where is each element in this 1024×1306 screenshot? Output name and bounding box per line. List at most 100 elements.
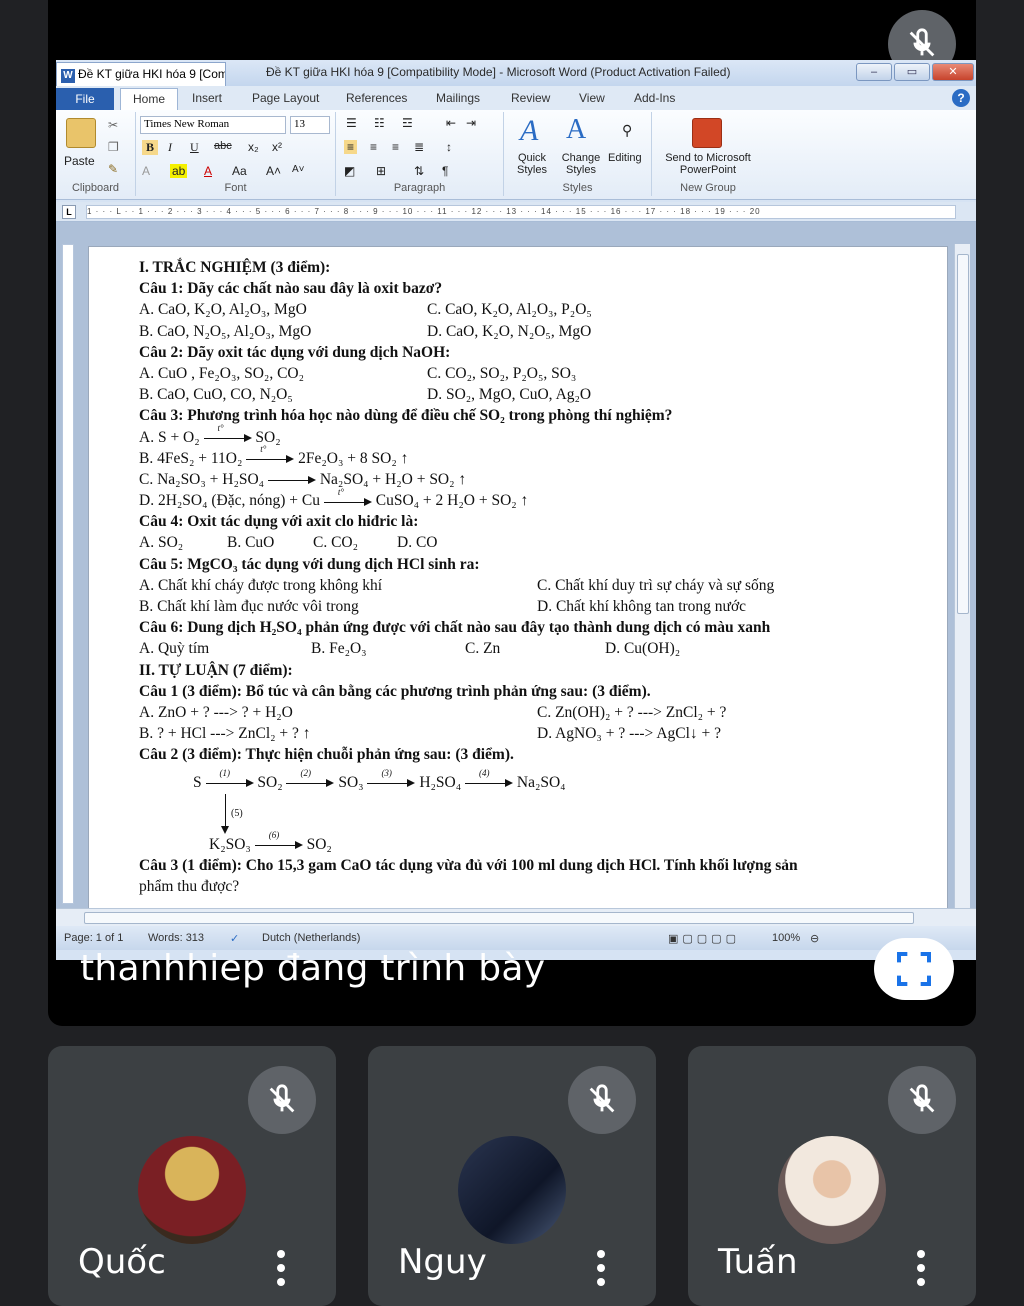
numbering-icon[interactable]: ☷ bbox=[374, 116, 385, 130]
q4-option-b: B. CuO bbox=[227, 534, 275, 552]
font-name-box[interactable]: Times New Roman bbox=[140, 116, 286, 134]
subscript-button[interactable]: x₂ bbox=[248, 140, 259, 154]
change-case-icon[interactable]: Aa bbox=[232, 164, 247, 178]
minimize-button[interactable]: – bbox=[856, 63, 892, 81]
document-tab[interactable]: W Đề KT giữa HKI hóa 9 [Com bbox=[56, 62, 226, 86]
tab-view[interactable]: View bbox=[579, 91, 605, 105]
q3-d-right: CuSO₄ + 2 H₂O + SO₂ ↑ bbox=[375, 492, 529, 510]
tab-home[interactable]: Home bbox=[120, 88, 179, 110]
styles-label: Styles bbox=[562, 182, 593, 194]
participant-tile-quoc[interactable]: Quốc bbox=[48, 1046, 336, 1306]
step-2-label: (2) bbox=[300, 767, 311, 778]
paste-button[interactable]: Paste bbox=[64, 154, 95, 168]
tab-selector[interactable]: L bbox=[62, 205, 76, 219]
view-buttons[interactable]: ▣▢▢▢▢ bbox=[668, 932, 740, 945]
q6-option-a: A. Quỳ tím bbox=[139, 640, 210, 658]
increase-indent-icon[interactable]: ⇥ bbox=[466, 116, 476, 130]
paste-icon[interactable] bbox=[66, 118, 96, 148]
participant-tile-tuan[interactable]: Tuấn bbox=[688, 1046, 976, 1306]
font-color-icon[interactable]: A bbox=[204, 164, 212, 178]
align-right-icon[interactable]: ≡ bbox=[392, 140, 399, 154]
italic-button[interactable]: I bbox=[168, 140, 172, 155]
bold-button[interactable]: B bbox=[142, 140, 159, 155]
step-1-label: (1) bbox=[219, 767, 231, 778]
chain-so2-end: SO₂ bbox=[306, 835, 332, 853]
quick-styles-button[interactable]: Quick Styles bbox=[508, 152, 556, 176]
line-spacing-icon[interactable]: ↕ bbox=[446, 140, 452, 154]
proofing-icon[interactable]: ✓ bbox=[230, 932, 239, 945]
change-styles-button[interactable]: Change Styles bbox=[556, 152, 606, 176]
bullets-icon[interactable]: ☰ bbox=[346, 116, 357, 130]
fullscreen-button[interactable] bbox=[874, 938, 954, 1000]
borders-icon[interactable]: ⊞ bbox=[376, 164, 386, 178]
participant-tile-nguy[interactable]: Nguy bbox=[368, 1046, 656, 1306]
maximize-button[interactable]: ▭ bbox=[894, 63, 930, 81]
help-icon[interactable]: ? bbox=[952, 89, 970, 107]
tab-add-ins[interactable]: Add-Ins bbox=[634, 91, 675, 105]
clipboard-label: Clipboard bbox=[71, 182, 120, 194]
editing-button[interactable]: Editing bbox=[608, 152, 642, 164]
mic-off-icon bbox=[248, 1066, 316, 1134]
superscript-button[interactable]: x² bbox=[272, 140, 282, 154]
avatar bbox=[778, 1136, 886, 1244]
more-options-icon[interactable] bbox=[276, 1250, 286, 1286]
presentation-tile[interactable]: W Đề KT giữa HKI hóa 9 [Com Đề KT giữa HK… bbox=[48, 0, 976, 1026]
close-button[interactable]: ✕ bbox=[932, 63, 974, 81]
vertical-scroll-thumb[interactable] bbox=[957, 254, 969, 614]
zoom-out-icon[interactable]: ⊖ bbox=[810, 932, 819, 945]
sort-icon[interactable]: ⇅ bbox=[414, 164, 424, 178]
quick-styles-icon[interactable]: A bbox=[520, 114, 538, 148]
chain-so3: SO₃ bbox=[338, 773, 364, 791]
horizontal-scrollbar[interactable] bbox=[56, 908, 976, 926]
align-left-icon[interactable]: ≡ bbox=[344, 140, 358, 154]
font-size-box[interactable]: 13 bbox=[290, 116, 330, 134]
cut-icon[interactable]: ✂ bbox=[108, 118, 118, 132]
tab-review[interactable]: Review bbox=[511, 91, 550, 105]
step-4-label: (4) bbox=[479, 767, 490, 778]
more-options-icon[interactable] bbox=[916, 1250, 926, 1286]
decrease-indent-icon[interactable]: ⇤ bbox=[446, 116, 456, 130]
justify-icon[interactable]: ≣ bbox=[414, 140, 424, 154]
tab-file[interactable]: File bbox=[56, 88, 114, 110]
show-marks-icon[interactable]: ¶ bbox=[442, 164, 448, 178]
multilevel-list-icon[interactable]: ☲ bbox=[402, 116, 413, 130]
send-to-powerpoint-button[interactable]: Send to Microsoft PowerPoint bbox=[652, 152, 764, 176]
zoom-level[interactable]: 100% bbox=[772, 932, 800, 944]
grow-font-icon[interactable]: A˄ bbox=[266, 164, 281, 178]
vertical-scrollbar[interactable] bbox=[954, 244, 970, 908]
shading-icon[interactable]: ◩ bbox=[344, 164, 355, 178]
status-bar: Page: 1 of 1 Words: 313 ✓ Dutch (Netherl… bbox=[56, 926, 976, 950]
reaction-arrow: t° bbox=[203, 423, 252, 443]
tab-page-layout[interactable]: Page Layout bbox=[252, 91, 319, 105]
tab-mailings[interactable]: Mailings bbox=[436, 91, 480, 105]
format-painter-icon[interactable]: ✎ bbox=[108, 162, 118, 176]
horizontal-scroll-thumb[interactable] bbox=[84, 912, 914, 924]
new-group-label: New Group bbox=[680, 182, 736, 194]
word-count[interactable]: Words: 313 bbox=[148, 932, 204, 944]
paragraph-label: Paragraph bbox=[393, 182, 446, 194]
page-count[interactable]: Page: 1 of 1 bbox=[64, 932, 123, 944]
chain-k2so3: K₂SO₃ bbox=[209, 835, 251, 853]
chain-arrow-3: (3) bbox=[367, 768, 416, 788]
text-effects-icon[interactable]: A bbox=[142, 164, 150, 178]
align-center-icon[interactable]: ≡ bbox=[370, 140, 377, 154]
highlight-icon[interactable]: ab bbox=[170, 164, 188, 178]
strikethrough-button[interactable]: abc bbox=[214, 140, 232, 152]
binoculars-icon[interactable]: ⚲ bbox=[622, 122, 632, 139]
question-1: Câu 1: Dãy các chất nào sau đây là oxit … bbox=[139, 280, 443, 298]
change-styles-icon[interactable]: A bbox=[566, 114, 586, 146]
tab-insert[interactable]: Insert bbox=[192, 91, 222, 105]
document-tab-label: Đề KT giữa HKI hóa 9 [Com bbox=[78, 67, 226, 81]
copy-icon[interactable]: ❐ bbox=[108, 140, 119, 154]
more-options-icon[interactable] bbox=[596, 1250, 606, 1286]
shrink-font-icon[interactable]: A˅ bbox=[292, 164, 305, 175]
language[interactable]: Dutch (Netherlands) bbox=[262, 932, 360, 944]
e1-c: C. Zn(OH)₂ + ? ---> ZnCl₂ + ? bbox=[537, 703, 727, 721]
chain-so2: SO₂ bbox=[257, 773, 283, 791]
q5-option-c: C. Chất khí duy trì sự cháy và sự sống bbox=[537, 576, 775, 594]
question-3: Câu 3: Phương trình hóa học nào dùng để … bbox=[139, 407, 673, 425]
tab-references[interactable]: References bbox=[346, 91, 407, 105]
document-page[interactable]: I. TRẮC NGHIỆM (3 điểm): Câu 1: Dãy các … bbox=[88, 246, 948, 920]
underline-button[interactable]: U bbox=[190, 140, 199, 155]
powerpoint-icon[interactable] bbox=[692, 118, 722, 148]
